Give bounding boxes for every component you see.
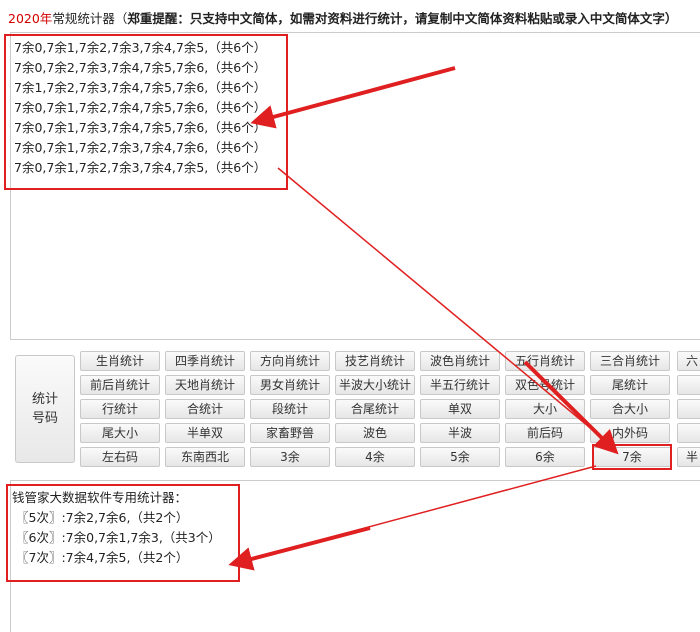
stat-button[interactable]: 半单双 <box>165 423 245 443</box>
stat-button[interactable]: 方向肖统计 <box>250 351 330 371</box>
count-button-label-1: 统计 <box>31 392 58 407</box>
stat-button[interactable]: 生肖统计 <box>80 351 160 371</box>
stat-button[interactable]: 波色肖统计 <box>420 351 500 371</box>
stat-button[interactable]: 内外码 <box>590 423 670 443</box>
stat-button[interactable]: 段统计 <box>250 399 330 419</box>
arrow-to-result <box>228 526 371 571</box>
stat-button[interactable]: 半五行统计 <box>420 375 500 395</box>
annotation-box-input <box>4 34 288 190</box>
title-warning: 郑重提醒：只支持中文简体，如需对资料进行统计，请复制中文简体资料粘贴或录入中文简… <box>127 11 678 26</box>
stat-button[interactable]: 3余 <box>250 447 330 467</box>
stat-button[interactable] <box>677 399 700 419</box>
stat-button[interactable]: 家畜野兽 <box>250 423 330 443</box>
stat-button[interactable]: 波色 <box>335 423 415 443</box>
stat-button[interactable] <box>677 423 700 443</box>
stat-button[interactable]: 四季肖统计 <box>165 351 245 371</box>
stat-button[interactable]: 左右码 <box>80 447 160 467</box>
annotation-box-result <box>6 484 240 582</box>
stat-button[interactable]: 前后肖统计 <box>80 375 160 395</box>
stat-button[interactable]: 男女肖统计 <box>250 375 330 395</box>
stat-button[interactable]: 技艺肖统计 <box>335 351 415 371</box>
stat-button[interactable]: 行统计 <box>80 399 160 419</box>
title-year: 2020年 <box>8 11 53 26</box>
stat-button[interactable]: 合大小 <box>590 399 670 419</box>
stat-button[interactable] <box>677 375 700 395</box>
stat-button[interactable]: 三合肖统计 <box>590 351 670 371</box>
stat-button[interactable]: 五行肖统计 <box>505 351 585 371</box>
page-title: 2020年常规统计器（郑重提醒：只支持中文简体，如需对资料进行统计，请复制中文简… <box>8 8 677 27</box>
stat-button[interactable]: 合统计 <box>165 399 245 419</box>
stat-button[interactable]: 天地肖统计 <box>165 375 245 395</box>
stat-button[interactable]: 前后码 <box>505 423 585 443</box>
stat-button[interactable]: 单双 <box>420 399 500 419</box>
stat-button[interactable]: 6余 <box>505 447 585 467</box>
stat-button[interactable]: 半波大小统计 <box>335 375 415 395</box>
divider <box>10 480 700 481</box>
title-bar: 2020年常规统计器（郑重提醒：只支持中文简体，如需对资料进行统计，请复制中文简… <box>0 0 700 32</box>
stat-button[interactable]: 合尾统计 <box>335 399 415 419</box>
count-button-label-2: 号码 <box>31 411 58 426</box>
count-numbers-button[interactable]: 统计 号码 <box>15 355 75 463</box>
stat-button[interactable]: 尾统计 <box>590 375 670 395</box>
stat-button[interactable]: 双色号统计 <box>505 375 585 395</box>
stat-button[interactable]: 半波 <box>420 423 500 443</box>
stat-button[interactable]: 5余 <box>420 447 500 467</box>
title-label: 常规统计器（ <box>52 11 128 26</box>
stat-button[interactable]: 大小 <box>505 399 585 419</box>
divider <box>10 339 700 340</box>
annotation-box-button <box>592 444 672 470</box>
stat-button[interactable]: 4余 <box>335 447 415 467</box>
stat-button[interactable]: 六 <box>677 351 700 371</box>
stat-button[interactable]: 东南西北 <box>165 447 245 467</box>
stat-button[interactable]: 尾大小 <box>80 423 160 443</box>
stat-button[interactable]: 半 <box>677 447 700 467</box>
